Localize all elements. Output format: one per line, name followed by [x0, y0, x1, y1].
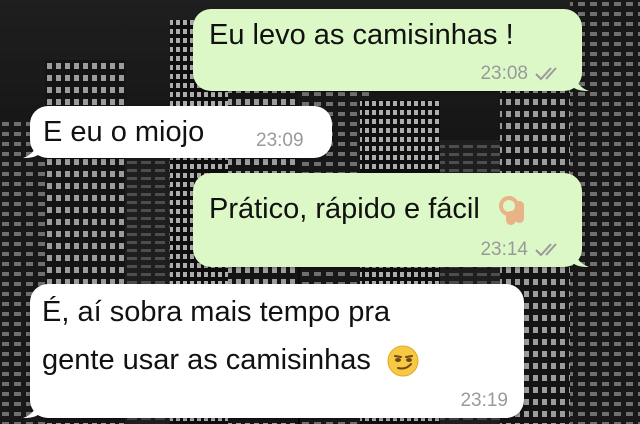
message-meta: 23:08: [480, 63, 566, 85]
message-meta: 23:14: [480, 239, 566, 261]
message-meta: 23:09: [256, 130, 304, 152]
ok-hand-emoji-icon: [498, 196, 524, 226]
read-double-check-icon: [535, 67, 557, 81]
message-bubble-incoming[interactable]: E eu o miojo 23:09: [23, 106, 332, 158]
bubble-tail: [573, 249, 589, 267]
message-text-line: gente usar as camisinhas: [42, 340, 419, 380]
smirking-face-emoji-icon: [387, 345, 419, 377]
message-text: Eu levo as camisinhas !: [209, 19, 514, 51]
read-double-check-icon: [535, 243, 557, 257]
message-text: Prático, rápido e fácil: [209, 193, 480, 225]
message-text-line: Prático, rápido e fácil: [209, 189, 530, 229]
message-bubble-outgoing[interactable]: Prático, rápido e fácil 23:14: [193, 173, 589, 267]
message-time: 23:19: [460, 390, 508, 411]
message-time: 23:08: [480, 63, 528, 84]
message-text: E eu o miojo: [43, 116, 205, 148]
message-time: 23:09: [256, 130, 304, 151]
message-time: 23:14: [480, 239, 528, 260]
bubble-tail: [23, 140, 39, 158]
message-bubble-incoming[interactable]: É, aí sobra mais tempo pra gente usar as…: [23, 284, 524, 418]
message-meta: 23:19: [460, 390, 508, 412]
message-text-line: É, aí sobra mais tempo pra: [42, 296, 391, 328]
message-bubble-outgoing[interactable]: Eu levo as camisinhas ! 23:08: [193, 9, 589, 91]
bubble-tail: [573, 73, 589, 91]
message-text: gente usar as camisinhas: [42, 344, 371, 376]
bubble-tail: [23, 400, 39, 418]
